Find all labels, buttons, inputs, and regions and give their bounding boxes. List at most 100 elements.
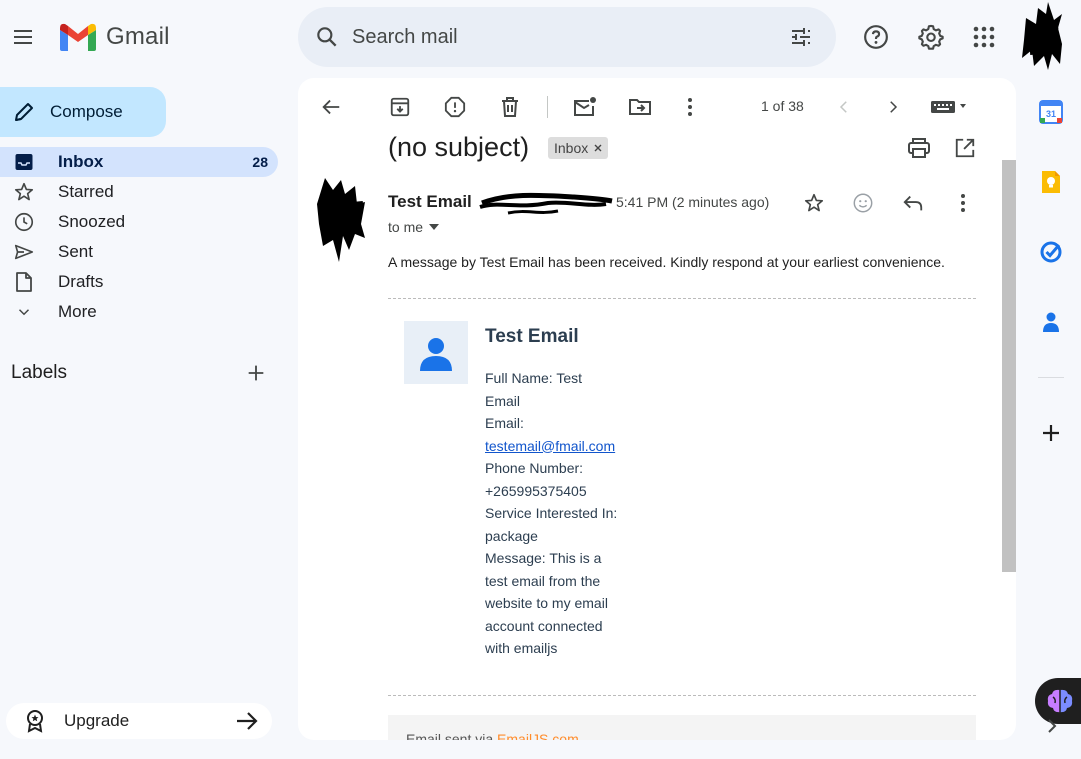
- gear-icon: [918, 24, 944, 50]
- print-button[interactable]: [903, 132, 935, 164]
- svg-text:31: 31: [1046, 109, 1056, 119]
- sender-name[interactable]: Test Email: [388, 192, 472, 212]
- get-addons-button[interactable]: [1036, 418, 1066, 448]
- search-bar[interactable]: Search mail: [298, 7, 836, 67]
- google-apps-button[interactable]: [966, 19, 1002, 55]
- sidebar-item-label: Inbox: [58, 152, 104, 171]
- support-button[interactable]: [858, 19, 894, 55]
- labels-title: Labels: [11, 362, 67, 383]
- contact-name: Test Email: [485, 326, 579, 347]
- chevron-right-icon[interactable]: [1046, 718, 1058, 734]
- message-line: account connected: [485, 617, 603, 634]
- person-icon: [420, 337, 452, 371]
- gmail-logo[interactable]: Gmail: [58, 22, 170, 52]
- contact-avatar: [404, 321, 468, 384]
- settings-button[interactable]: [913, 19, 949, 55]
- archive-button[interactable]: [384, 91, 416, 123]
- pagination-text: 1 of 38: [761, 98, 804, 114]
- sidebar-item-label: Sent: [58, 242, 93, 261]
- labels-header: Labels: [11, 362, 267, 384]
- spam-icon: [444, 96, 466, 118]
- email-label: Email:: [485, 415, 524, 431]
- mark-unread-button[interactable]: [569, 91, 601, 123]
- app-name: Gmail: [106, 23, 170, 50]
- email-link[interactable]: testemail@fmail.com: [485, 438, 615, 454]
- emoji-icon: [853, 193, 873, 213]
- pencil-icon: [15, 103, 33, 121]
- move-to-button[interactable]: [624, 91, 656, 123]
- sidebar-item-drafts[interactable]: Drafts: [0, 267, 278, 297]
- keep-app-button[interactable]: [1036, 167, 1066, 197]
- search-input[interactable]: Search mail: [352, 26, 788, 49]
- clock-icon: [14, 212, 34, 232]
- sidebar-nav: Inbox 28 Starred Snoozed Sent Drafts Mor…: [0, 147, 278, 327]
- newer-button[interactable]: [828, 91, 860, 123]
- add-label-icon[interactable]: [245, 362, 267, 384]
- message-line: Message: This is a: [485, 550, 602, 566]
- upgrade-button[interactable]: Upgrade: [6, 703, 272, 739]
- star-icon: [804, 193, 824, 212]
- apps-grid-icon: [973, 26, 995, 48]
- search-options-icon[interactable]: [788, 25, 814, 49]
- recipient-details[interactable]: to me: [388, 219, 440, 235]
- trash-icon: [502, 97, 518, 117]
- sender-email-redacted: [479, 192, 613, 215]
- compose-button[interactable]: Compose: [0, 87, 166, 137]
- account-avatar-redacted[interactable]: [1018, 0, 1066, 72]
- label-chip-inbox[interactable]: Inbox: [548, 137, 609, 159]
- sidebar-item-sent[interactable]: Sent: [0, 237, 278, 267]
- back-button[interactable]: [315, 91, 347, 123]
- remove-label-icon[interactable]: [594, 144, 602, 152]
- message-line: test email from the: [485, 572, 601, 589]
- reply-button[interactable]: [897, 187, 929, 219]
- message-view: 1 of 38 (no subject) Inbox Test Email 5:…: [298, 78, 1016, 740]
- divider: [388, 298, 976, 299]
- contacts-app-button[interactable]: [1036, 307, 1066, 337]
- archive-icon: [390, 97, 410, 117]
- search-icon[interactable]: [314, 24, 340, 50]
- message-line: with emailjs: [485, 640, 558, 656]
- arrow-right-icon: [237, 712, 258, 730]
- sender-avatar-redacted: [317, 178, 365, 262]
- sidebar-item-starred[interactable]: Starred: [0, 177, 278, 207]
- add-reaction-button[interactable]: [847, 187, 879, 219]
- sidebar-item-label: Snoozed: [58, 212, 126, 231]
- message-more-button[interactable]: [947, 187, 979, 219]
- sidebar-item-inbox[interactable]: Inbox 28: [0, 147, 278, 177]
- older-button[interactable]: [877, 91, 909, 123]
- calendar-icon: 31: [1039, 100, 1063, 124]
- open-new-window-button[interactable]: [949, 132, 981, 164]
- sidebar-item-more[interactable]: More: [0, 297, 278, 327]
- draft-icon: [16, 272, 32, 292]
- sidebar-item-label: Drafts: [58, 272, 104, 291]
- phone-value: +265995375405: [485, 482, 587, 499]
- scrollbar-thumb[interactable]: [1002, 160, 1016, 572]
- message-toolbar: 1 of 38: [298, 78, 1016, 136]
- footer-prefix: Email sent via: [406, 731, 498, 740]
- tasks-icon: [1040, 241, 1062, 263]
- toolbar-divider: [547, 96, 548, 118]
- more-actions-button[interactable]: [674, 91, 706, 123]
- emailjs-link[interactable]: EmailJS.com: [497, 731, 579, 740]
- tasks-app-button[interactable]: [1036, 237, 1066, 267]
- sidebar-item-snoozed[interactable]: Snoozed: [0, 207, 278, 237]
- extension-floating-button[interactable]: [1035, 678, 1081, 724]
- label-chip-text: Inbox: [554, 140, 589, 156]
- main-menu-button[interactable]: [5, 19, 41, 55]
- reply-icon: [903, 195, 923, 211]
- help-icon: [864, 25, 888, 49]
- message-line: website to my email: [485, 595, 608, 611]
- input-tools-button[interactable]: [926, 91, 976, 123]
- star-message-button[interactable]: [798, 187, 830, 219]
- sidebar-item-label: Starred: [58, 182, 114, 201]
- message-date[interactable]: 5:41 PM (2 minutes ago): [616, 194, 769, 210]
- caret-down-icon: [429, 224, 440, 230]
- report-spam-button[interactable]: [439, 91, 471, 123]
- calendar-app-button[interactable]: 31: [1036, 97, 1066, 127]
- recipient-text: to me: [388, 219, 424, 235]
- mark-unread-icon: [574, 97, 596, 116]
- chevron-left-icon: [839, 101, 847, 113]
- compose-label: Compose: [50, 102, 123, 121]
- delete-button[interactable]: [494, 91, 526, 123]
- keyboard-icon: [931, 101, 966, 113]
